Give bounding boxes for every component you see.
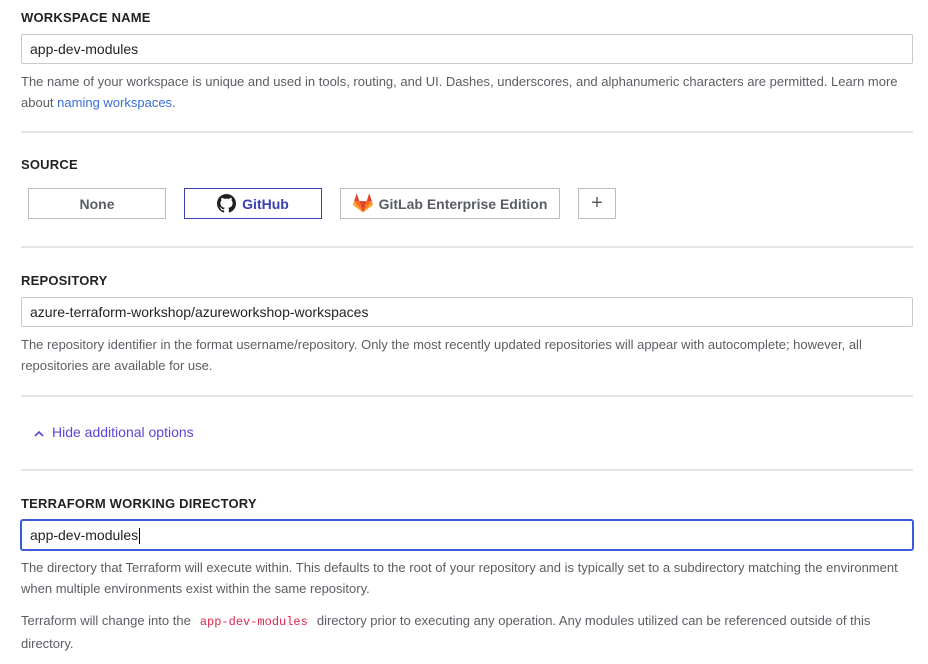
divider <box>21 246 913 248</box>
hide-additional-options-toggle[interactable]: Hide additional options <box>34 424 194 440</box>
workspace-name-help: The name of your workspace is unique and… <box>21 71 911 113</box>
workspace-name-value: app-dev-modules <box>30 41 139 57</box>
source-github-label: GitHub <box>242 195 289 212</box>
note-prefix: Terraform will change into the <box>21 613 191 628</box>
working-directory-help: The directory that Terraform will execut… <box>21 560 898 596</box>
working-directory-label: TERRAFORM WORKING DIRECTORY <box>21 496 257 511</box>
source-none-label: None <box>79 195 115 212</box>
working-directory-note: Terraform will change into the app-dev-mo… <box>21 610 911 654</box>
repository-label: REPOSITORY <box>21 273 108 288</box>
working-directory-code: app-dev-modules <box>199 615 308 629</box>
source-gitlab-label: GitLab Enterprise Edition <box>378 195 548 212</box>
github-icon <box>217 194 237 213</box>
repository-value: azure-terraform-workshop/azureworkshop-w… <box>30 304 369 320</box>
divider <box>21 469 913 471</box>
text-caret <box>139 528 141 545</box>
source-gitlab-button[interactable]: GitLab Enterprise Edition <box>340 188 560 219</box>
source-none-button[interactable]: None <box>28 188 166 219</box>
working-directory-value: app-dev-modules <box>30 527 139 543</box>
divider <box>21 131 913 133</box>
workspace-name-help-suffix: . <box>172 95 176 110</box>
source-github-button[interactable]: GitHub <box>184 188 322 219</box>
plus-icon: + <box>591 192 603 214</box>
repository-help: The repository identifier in the format … <box>21 337 862 373</box>
workspace-name-input[interactable]: app-dev-modules <box>21 34 913 64</box>
naming-workspaces-link[interactable]: naming workspaces <box>57 95 172 110</box>
workspace-name-label: WORKSPACE NAME <box>21 10 151 25</box>
source-label: SOURCE <box>21 157 78 172</box>
divider <box>21 395 913 397</box>
gitlab-icon <box>352 194 373 213</box>
add-source-button[interactable]: + <box>578 188 616 219</box>
hide-additional-options-label: Hide additional options <box>52 424 194 440</box>
chevron-up-icon <box>34 424 44 440</box>
working-directory-input[interactable]: app-dev-modules <box>21 520 913 550</box>
repository-input[interactable]: azure-terraform-workshop/azureworkshop-w… <box>21 297 913 327</box>
